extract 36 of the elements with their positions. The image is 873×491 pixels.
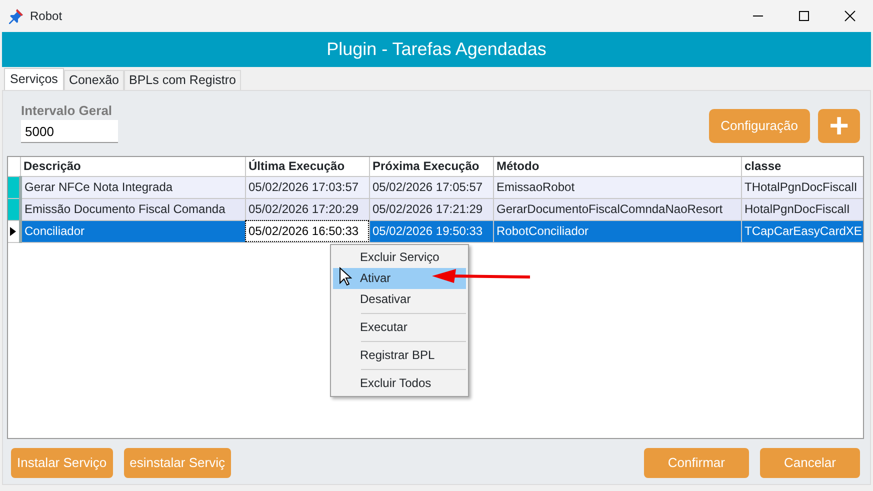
column-header: Próxima Execução	[369, 157, 493, 176]
menu-item[interactable]: Excluir Serviço	[333, 247, 466, 268]
field-label: Intervalo Geral	[21, 102, 114, 120]
menu-item[interactable]: Excluir Todos	[333, 373, 466, 394]
current-row-icon	[10, 226, 16, 236]
table-cell: Emissão Documento Fiscal Comanda	[20, 198, 245, 220]
table-cell: 05/02/2026 17:20:29	[245, 198, 369, 220]
column-header: Descrição	[20, 157, 245, 176]
cursor-icon	[339, 267, 352, 286]
tab[interactable]: Serviços	[4, 68, 64, 90]
window-title: Robot	[30, 8, 62, 25]
menu-item[interactable]: Desativar	[333, 289, 466, 310]
table-cell: GerarDocumentoFiscalComndaNaoResort	[493, 198, 741, 220]
column-header: classe	[741, 157, 863, 176]
pin-icon	[8, 8, 24, 24]
menu-item[interactable]: Registrar BPL	[333, 345, 466, 366]
column-header: Método	[493, 157, 741, 176]
table-cell: 05/02/2026 17:21:29	[369, 198, 493, 220]
table-cell: HotalPgnDocFiscalI	[741, 198, 863, 220]
table-cell: RobotConciliador	[493, 220, 741, 242]
table-cell: Conciliador	[20, 220, 245, 242]
table-cell: 05/02/2026 17:05:57	[369, 176, 493, 198]
tab[interactable]: Conexão	[64, 70, 124, 90]
header-title: Plugin - Tarefas Agendadas	[2, 32, 871, 66]
column-header: Última Execução	[245, 157, 369, 176]
table-cell: TCapCarEasyCardXE	[741, 220, 863, 242]
table-cell: 05/02/2026 16:50:33	[245, 220, 369, 242]
row-indicator[interactable]	[8, 220, 20, 242]
table-cell: 05/02/2026 19:50:33	[369, 220, 493, 242]
tab[interactable]: BPLs com Registro	[124, 70, 241, 90]
table-cell: Gerar NFCe Nota Integrada	[20, 176, 245, 198]
table-cell: 05/02/2026 17:03:57	[245, 176, 369, 198]
table-cell: EmissaoRobot	[493, 176, 741, 198]
menu-item[interactable]: Executar	[333, 317, 466, 338]
interval-field[interactable]: 5000	[21, 120, 118, 143]
table-cell: THotalPgnDocFiscalI	[741, 176, 863, 198]
